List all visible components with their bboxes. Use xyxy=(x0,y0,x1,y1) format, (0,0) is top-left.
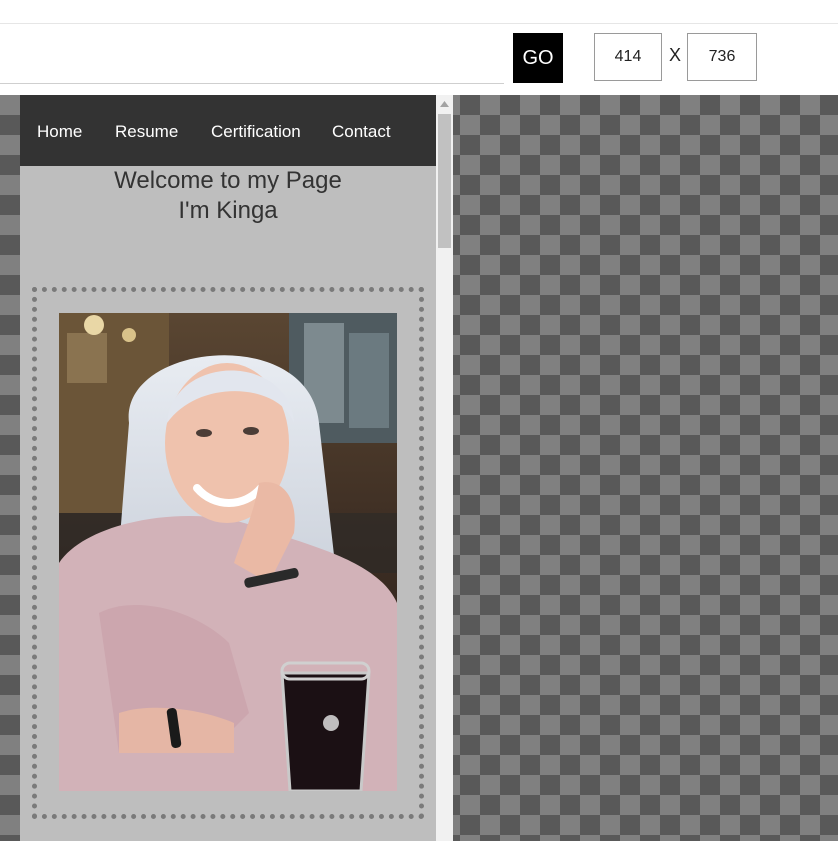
top-strip xyxy=(0,0,838,24)
welcome-line-1: Welcome to my Page xyxy=(114,167,342,194)
height-input[interactable] xyxy=(687,33,757,81)
nav-home-link[interactable]: Home xyxy=(37,122,82,142)
scroll-thumb[interactable] xyxy=(438,114,451,248)
url-input[interactable] xyxy=(0,24,504,84)
photo-frame xyxy=(32,287,424,819)
checkerboard-stage: Home Resume Certification Contact Welcom… xyxy=(0,95,838,841)
welcome-heading: Welcome to my Page I'm Kinga xyxy=(20,166,436,226)
toolbar: GO X xyxy=(0,24,838,94)
nav-contact-link[interactable]: Contact xyxy=(332,122,391,142)
dimension-separator: X xyxy=(669,45,682,65)
vertical-scrollbar[interactable] xyxy=(436,95,453,841)
welcome-line-2: I'm Kinga xyxy=(178,197,278,224)
go-button[interactable]: GO xyxy=(513,33,563,83)
nav-certification-link[interactable]: Certification xyxy=(211,122,301,142)
scroll-up-button[interactable] xyxy=(436,95,453,112)
nav-resume-link[interactable]: Resume xyxy=(115,122,178,142)
site-navbar: Home Resume Certification Contact xyxy=(20,95,436,166)
triangle-up-icon xyxy=(440,100,449,107)
device-viewport: Home Resume Certification Contact Welcom… xyxy=(20,95,436,841)
width-input[interactable] xyxy=(594,33,662,81)
profile-photo xyxy=(59,313,397,791)
